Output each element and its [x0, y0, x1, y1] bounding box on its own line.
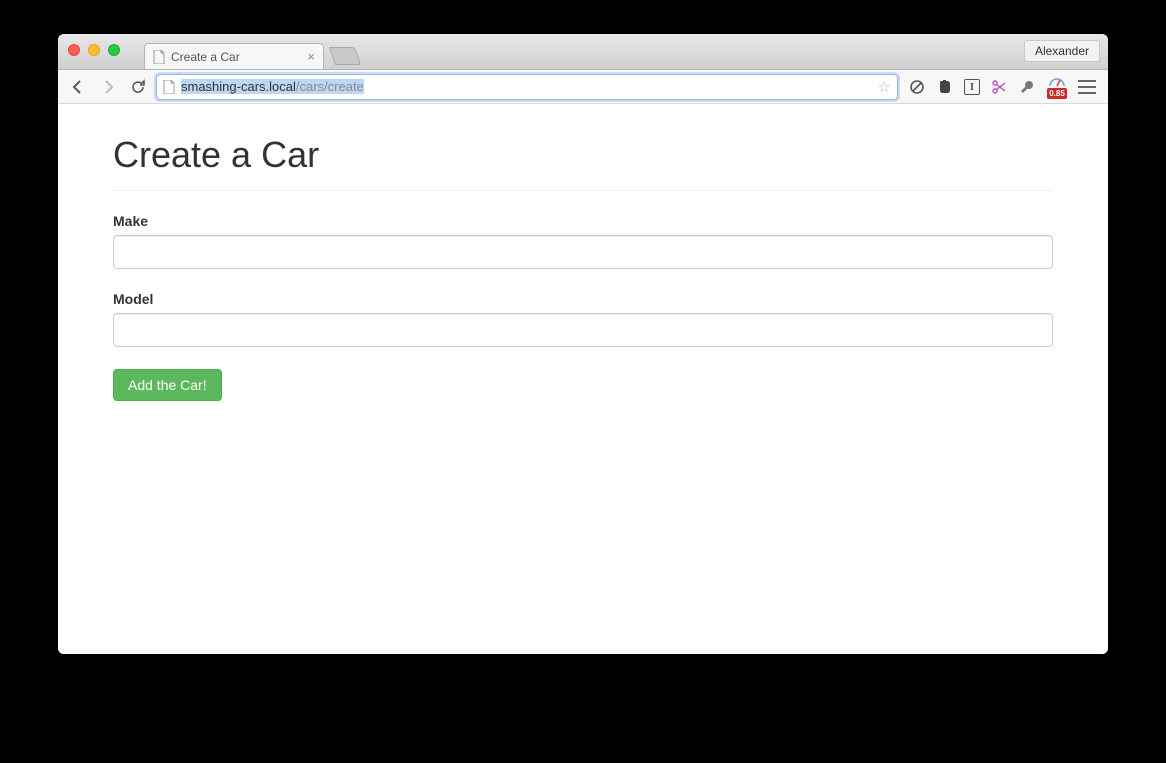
menu-button[interactable] [1078, 78, 1096, 96]
model-label: Model [113, 291, 1053, 307]
hamburger-icon [1078, 80, 1096, 94]
traffic-lights [68, 44, 120, 56]
maximize-window-button[interactable] [108, 44, 120, 56]
tab-title: Create a Car [171, 50, 240, 64]
page-icon [153, 50, 165, 64]
profile-button[interactable]: Alexander [1024, 40, 1100, 62]
toolbar: smashing-cars.local/cars/create ☆ I 0.85 [58, 70, 1108, 104]
tab-close-icon[interactable]: × [307, 49, 315, 64]
extension-evernote-icon[interactable] [936, 78, 954, 96]
url-path: /cars/create [296, 79, 364, 94]
extension-icons: I 0.85 [904, 75, 1100, 99]
back-button[interactable] [66, 75, 90, 99]
minimize-window-button[interactable] [88, 44, 100, 56]
tabstrip: Create a Car × [144, 34, 358, 69]
submit-button[interactable]: Add the Car! [113, 369, 222, 401]
extension-gauge-icon[interactable]: 0.85 [1046, 75, 1068, 99]
page-content: Create a Car Make Model Add the Car! [113, 104, 1053, 401]
browser-tab[interactable]: Create a Car × [144, 43, 324, 69]
make-label: Make [113, 213, 1053, 229]
reload-button[interactable] [126, 75, 150, 99]
bookmark-star-icon[interactable]: ☆ [878, 78, 891, 96]
page-heading: Create a Car [113, 134, 1053, 176]
extension-circle-slash-icon[interactable] [908, 78, 926, 96]
new-tab-button[interactable] [329, 47, 362, 65]
page-viewport: Create a Car Make Model Add the Car! [58, 104, 1108, 654]
form-group-make: Make [113, 213, 1053, 269]
titlebar: Create a Car × Alexander [58, 34, 1108, 70]
extension-wrench-icon[interactable] [1018, 78, 1036, 96]
extension-gauge-badge: 0.85 [1047, 88, 1067, 99]
extension-scissors-icon[interactable] [990, 78, 1008, 96]
model-input[interactable] [113, 313, 1053, 347]
site-icon [163, 80, 175, 94]
browser-window: Create a Car × Alexander smashing-cars.l… [58, 34, 1108, 654]
close-window-button[interactable] [68, 44, 80, 56]
address-bar[interactable]: smashing-cars.local/cars/create ☆ [156, 74, 898, 100]
forward-button[interactable] [96, 75, 120, 99]
make-input[interactable] [113, 235, 1053, 269]
url-host: smashing-cars.local [181, 79, 296, 94]
extension-instapaper-icon[interactable]: I [964, 79, 980, 95]
form-group-model: Model [113, 291, 1053, 347]
divider [113, 190, 1053, 191]
